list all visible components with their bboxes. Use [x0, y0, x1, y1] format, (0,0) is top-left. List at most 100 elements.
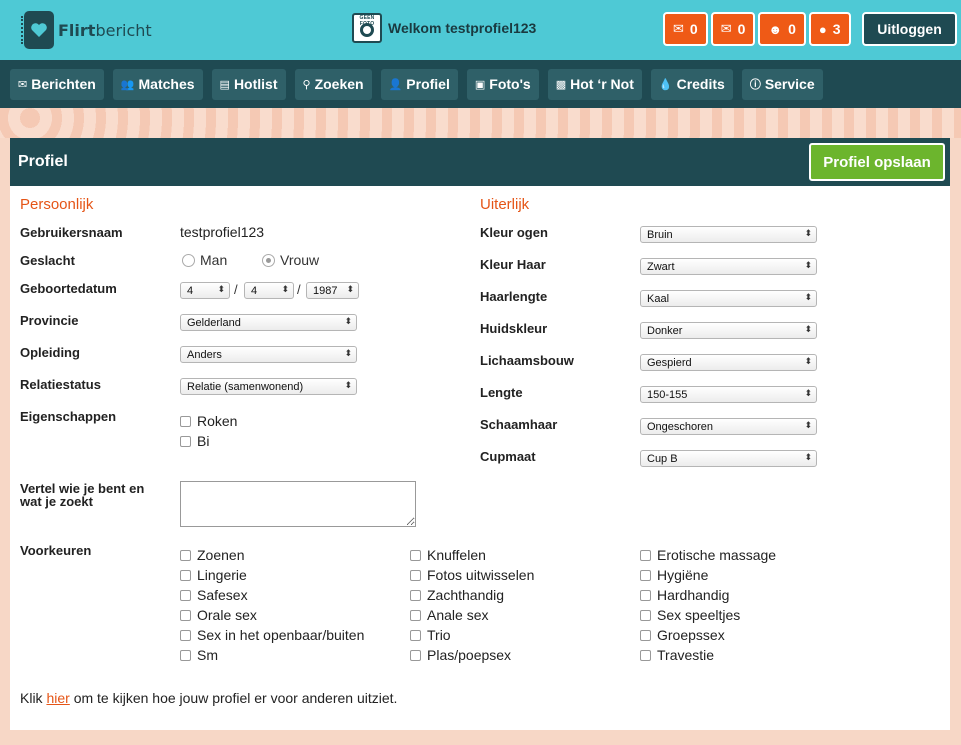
counter-messages[interactable]: ✉ 0 — [663, 12, 708, 46]
checkbox[interactable] — [410, 629, 421, 641]
checkbox[interactable] — [180, 629, 191, 641]
pref-option[interactable]: Fotos uitwisselen — [410, 567, 534, 583]
checkbox[interactable] — [180, 569, 191, 581]
pref-option[interactable]: Hardhandig — [640, 587, 729, 603]
preview-link[interactable]: hier — [46, 690, 69, 706]
checkbox[interactable] — [180, 435, 191, 447]
gender-woman-option[interactable]: Vrouw — [262, 252, 319, 268]
logout-button[interactable]: Uitloggen — [862, 12, 957, 46]
pref-option[interactable]: Orale sex — [180, 607, 257, 623]
eye-color-select[interactable]: Bruin — [640, 226, 817, 243]
nav-service[interactable]: ⓘ Service — [741, 68, 823, 100]
pref-option[interactable]: Plas/poepsex — [410, 647, 511, 663]
counter-credits[interactable]: ● 3 — [808, 12, 851, 46]
checkbox[interactable] — [180, 649, 191, 661]
pref-option[interactable]: Lingerie — [180, 567, 247, 583]
camera-icon[interactable]: GEEN FOTO — [352, 13, 382, 43]
pref-option[interactable]: Groepssex — [640, 627, 725, 643]
relation-label: Relatiestatus — [20, 377, 101, 392]
education-select[interactable]: Anders — [180, 346, 357, 363]
pref-option[interactable]: Trio — [410, 627, 451, 643]
no-photo-label: GEEN FOTO — [359, 15, 375, 27]
checkbox-label: Sm — [197, 647, 218, 663]
traits-label: Eigenschappen — [20, 409, 117, 424]
checkbox[interactable] — [640, 629, 651, 641]
province-select[interactable]: Gelderland — [180, 314, 357, 331]
pref-option[interactable]: Anale sex — [410, 607, 488, 623]
pubic-hair-label: Schaamhaar — [480, 417, 558, 432]
checkbox[interactable] — [410, 569, 421, 581]
counter-value: 3 — [832, 21, 841, 37]
pref-option[interactable]: Safesex — [180, 587, 248, 603]
trait-smoke-option[interactable]: Roken — [180, 413, 237, 429]
nav-label: Matches — [138, 76, 195, 92]
checkbox[interactable] — [180, 589, 191, 601]
relation-select[interactable]: Relatie (samenwonend) — [180, 378, 357, 395]
build-select[interactable]: Gespierd — [640, 354, 817, 371]
radio-man[interactable] — [182, 253, 195, 267]
logo[interactable]: Flirtbericht — [21, 11, 152, 49]
nav-fotos[interactable]: ▣ Foto's — [466, 68, 539, 100]
pref-option[interactable]: Erotische massage — [640, 547, 776, 563]
counter-sent[interactable]: ✉ 0 — [710, 12, 756, 46]
hair-color-select[interactable]: Zwart — [640, 258, 817, 275]
pref-option[interactable]: Sm — [180, 647, 218, 663]
nav-matches[interactable]: 👥 Matches — [112, 68, 203, 100]
save-profile-button[interactable]: Profiel opslaan — [809, 143, 945, 181]
checkbox[interactable] — [640, 589, 651, 601]
checkbox-label: Erotische massage — [657, 547, 777, 563]
checkbox[interactable] — [180, 415, 191, 427]
checkbox[interactable] — [640, 609, 651, 621]
nav-credits[interactable]: 💧 Credits — [650, 68, 733, 100]
pref-option[interactable]: Travestie — [640, 647, 714, 663]
hair-length-select[interactable]: Kaal — [640, 290, 817, 307]
checkbox-label: Hardhandig — [657, 587, 730, 603]
pref-option[interactable]: Zoenen — [180, 547, 244, 563]
checkbox[interactable] — [180, 549, 191, 561]
education-label: Opleiding — [20, 345, 80, 360]
pref-option[interactable]: Hygiëne — [640, 567, 708, 583]
panel-header: Profiel Profiel opslaan — [10, 138, 950, 186]
nav-label: Service — [764, 76, 815, 92]
heart-book-icon — [21, 11, 54, 49]
nav-zoeken[interactable]: ⚲ Zoeken — [294, 68, 372, 100]
nav-hotlist[interactable]: ▤ Hotlist — [211, 68, 286, 100]
birth-month-select[interactable]: 4 — [244, 282, 294, 299]
skin-color-select[interactable]: Donker — [640, 322, 817, 339]
info-icon: ⓘ — [749, 79, 761, 91]
checkbox-label: Roken — [197, 413, 238, 429]
checkbox[interactable] — [410, 649, 421, 661]
checkbox[interactable] — [410, 549, 421, 561]
preferences-label: Voorkeuren — [20, 543, 92, 558]
cup-size-select[interactable]: Cup B — [640, 450, 817, 467]
gender-man-option[interactable]: Man — [182, 252, 227, 268]
trait-bi-option[interactable]: Bi — [180, 433, 209, 449]
nav-profiel[interactable]: 👤 Profiel — [380, 68, 458, 100]
counter-matches[interactable]: ☻ 0 — [758, 12, 806, 46]
checkbox[interactable] — [640, 569, 651, 581]
date-separator: / — [234, 282, 238, 297]
checkbox[interactable] — [640, 649, 651, 661]
birth-day-select[interactable]: 4 — [180, 282, 230, 299]
checkbox[interactable] — [180, 609, 191, 621]
pubic-hair-select[interactable]: Ongeschoren — [640, 418, 817, 435]
checkbox-label: Zoenen — [197, 547, 245, 563]
nav-berichten[interactable]: ✉ Berichten — [10, 68, 104, 100]
checkbox[interactable] — [640, 549, 651, 561]
radio-label: Man — [200, 252, 228, 268]
checkbox[interactable] — [410, 589, 421, 601]
checkbox[interactable] — [410, 609, 421, 621]
pref-option[interactable]: Zachthandig — [410, 587, 504, 603]
radio-woman[interactable] — [262, 253, 275, 267]
pref-option[interactable]: Sex speeltjes — [640, 607, 740, 623]
eye-color-label: Kleur ogen — [480, 225, 548, 240]
pref-option[interactable]: Knuffelen — [410, 547, 486, 563]
pref-option[interactable]: Sex in het openbaar/buiten — [180, 627, 364, 643]
about-label-line2: wat je zoekt — [20, 494, 93, 509]
height-select[interactable]: 150-155 — [640, 386, 817, 403]
birth-year-select[interactable]: 1987 — [306, 282, 359, 299]
about-textarea[interactable] — [180, 481, 416, 527]
mail-icon: ✉ — [673, 21, 684, 36]
height-label: Lengte — [480, 385, 523, 400]
nav-hot-r-not[interactable]: ▩ Hot ‘r Not — [547, 68, 642, 100]
